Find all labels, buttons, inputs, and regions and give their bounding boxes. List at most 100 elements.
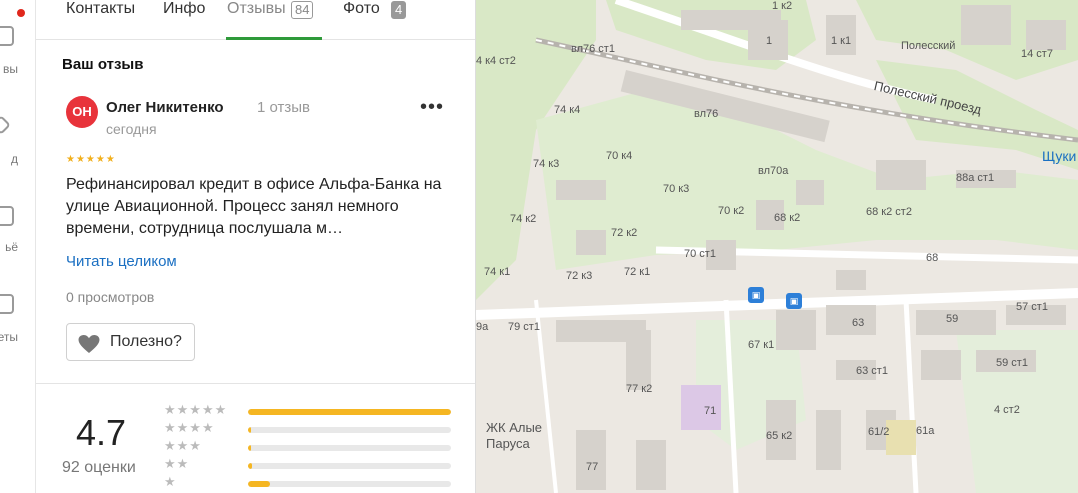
house-number-label: 72 к3 — [566, 270, 593, 282]
rating-bar-fill — [248, 427, 251, 433]
rating-bar-fill — [248, 445, 251, 451]
side-nav-rail: вы д ьё еты — [0, 0, 36, 493]
rating-distribution-row: ★★★★★ — [164, 402, 454, 419]
tab-label: Отзывы — [227, 0, 286, 17]
avatar[interactable]: ОН — [66, 96, 98, 128]
section-title: Ваш отзыв — [62, 56, 144, 73]
rail-item-reviews[interactable]: вы — [0, 26, 35, 86]
bus-stop-icon[interactable]: ▣ — [748, 287, 764, 303]
useful-button[interactable]: Полезно? — [66, 323, 195, 361]
house-number-label: 88а ст1 — [956, 172, 995, 184]
rating-bar-track — [248, 409, 451, 415]
rating-bar-fill — [248, 463, 252, 469]
house-number-label: 72 к1 — [624, 266, 651, 278]
house-number-label: 71 — [704, 405, 717, 417]
house-number-label: 63 ст1 — [856, 365, 888, 377]
pin-icon — [0, 115, 11, 135]
house-number-label: 74 к1 — [484, 266, 511, 278]
read-more-link[interactable]: Читать целиком — [66, 253, 177, 270]
more-options-button[interactable]: ••• — [418, 97, 446, 120]
house-number-label: 74 к2 — [510, 213, 537, 225]
house-number-label: 59 ст1 — [996, 357, 1028, 369]
organization-panel: Контакты Инфо Отзывы 84 Фото 4 Ваш отзыв… — [36, 0, 476, 493]
house-number-label: 70 ст1 — [684, 248, 716, 260]
review-rating-stars: ★★★★★ — [66, 154, 116, 165]
house-number-label: 4 к4 ст2 — [476, 55, 516, 67]
house-number-label: 63 — [852, 317, 865, 329]
divider — [36, 383, 475, 384]
house-number-label: 14 ст7 — [1021, 48, 1053, 60]
heart-icon — [78, 334, 100, 354]
reviews-count-badge: 84 — [291, 1, 314, 19]
map-view[interactable]: вл76 ст1 4 к4 ст2 1 1 к1 Полесский 14 ст7 74 к… — [476, 0, 1078, 493]
house-number-label: 77 — [586, 461, 599, 473]
map-canvas — [476, 0, 1078, 493]
rail-item-label: ьё — [5, 240, 18, 254]
house-number-label: 70 к2 — [718, 205, 745, 217]
useful-button-label: Полезно? — [110, 333, 182, 350]
star-level-label: ★★★ — [164, 438, 202, 453]
star-level-label: ★★★★ — [164, 420, 215, 435]
house-number-label: 65 к2 — [766, 430, 793, 442]
house-number-label: 1 к2 — [772, 0, 793, 12]
rating-bar-track — [248, 463, 451, 469]
house-number-label: 70 к4 — [606, 150, 633, 162]
house-number-label: 1 к1 — [831, 35, 852, 47]
house-number-label: 59 — [946, 313, 959, 325]
rating-score: 4.7 — [76, 412, 127, 453]
house-number-label: Полесский — [901, 40, 956, 52]
author-name[interactable]: Олег Никитенко — [106, 99, 224, 116]
house-number-label: 61/2 — [868, 426, 890, 438]
home-icon — [0, 206, 14, 226]
star-level-label: ★ — [164, 474, 177, 489]
notification-dot — [17, 9, 25, 17]
rail-item-tips[interactable]: еты — [0, 294, 35, 354]
rating-distribution-row: ★★★★ — [164, 420, 454, 437]
rating-distribution-row: ★★★ — [164, 438, 454, 455]
house-number-label: 61а — [916, 425, 935, 437]
rating-bar-fill — [248, 481, 270, 487]
place-label: ЖК Алые Паруса — [486, 420, 543, 451]
rating-distribution-row: ★★ — [164, 456, 454, 473]
author-review-count: 1 отзыв — [257, 99, 311, 116]
rail-item-places[interactable]: д — [0, 115, 35, 178]
house-number-label: 74 к4 — [554, 104, 581, 116]
house-number-label: 79 ст1 — [508, 321, 540, 333]
house-number-label: вл76 ст1 — [571, 43, 615, 55]
rail-item-label: вы — [3, 62, 18, 76]
house-number-label: 9а — [476, 321, 489, 333]
house-number-label: 74 к3 — [533, 158, 560, 170]
tab-label: Инфо — [163, 0, 206, 17]
house-number-label: 67 к1 — [748, 339, 775, 351]
rating-count: 92 оценки — [62, 459, 136, 476]
house-number-label: вл70а — [758, 165, 789, 177]
photos-count-badge: 4 — [391, 1, 407, 19]
rail-item-home[interactable]: ьё — [0, 206, 35, 266]
thumb-icon — [0, 294, 14, 314]
star-level-label: ★★ — [164, 456, 190, 471]
tab-label: Контакты — [66, 0, 136, 17]
user-icon — [0, 26, 14, 46]
star-level-label: ★★★★★ — [164, 402, 228, 417]
rating-bar-track — [248, 427, 451, 433]
rating-bar-track — [248, 445, 451, 451]
house-number-label: 68 — [926, 252, 939, 264]
bus-stop-icon[interactable]: ▣ — [786, 293, 802, 309]
review-text: Рефинансировал кредит в офисе Альфа-Банк… — [66, 176, 442, 237]
review-date: сегодня — [106, 121, 157, 137]
tab-bar: Контакты Инфо Отзывы 84 Фото 4 — [36, 0, 475, 40]
rating-bar-fill — [248, 409, 451, 415]
house-number-label: 4 ст2 — [994, 404, 1020, 416]
house-number-label: 57 ст1 — [1016, 301, 1048, 313]
house-number-label: 70 к3 — [663, 183, 690, 195]
house-number-label: 68 к2 ст2 — [866, 206, 912, 218]
metro-station-label[interactable]: Щуки — [1042, 148, 1076, 164]
house-number-label: 72 к2 — [611, 227, 638, 239]
house-number-label: 1 — [766, 35, 773, 47]
rating-distribution-row: ★ — [164, 474, 454, 491]
house-number-label: 77 к2 — [626, 383, 653, 395]
rating-bar-track — [248, 481, 451, 487]
views-count: 0 просмотров — [66, 289, 155, 305]
house-number-label: 68 к2 — [774, 212, 801, 224]
active-tab-indicator — [226, 37, 322, 40]
